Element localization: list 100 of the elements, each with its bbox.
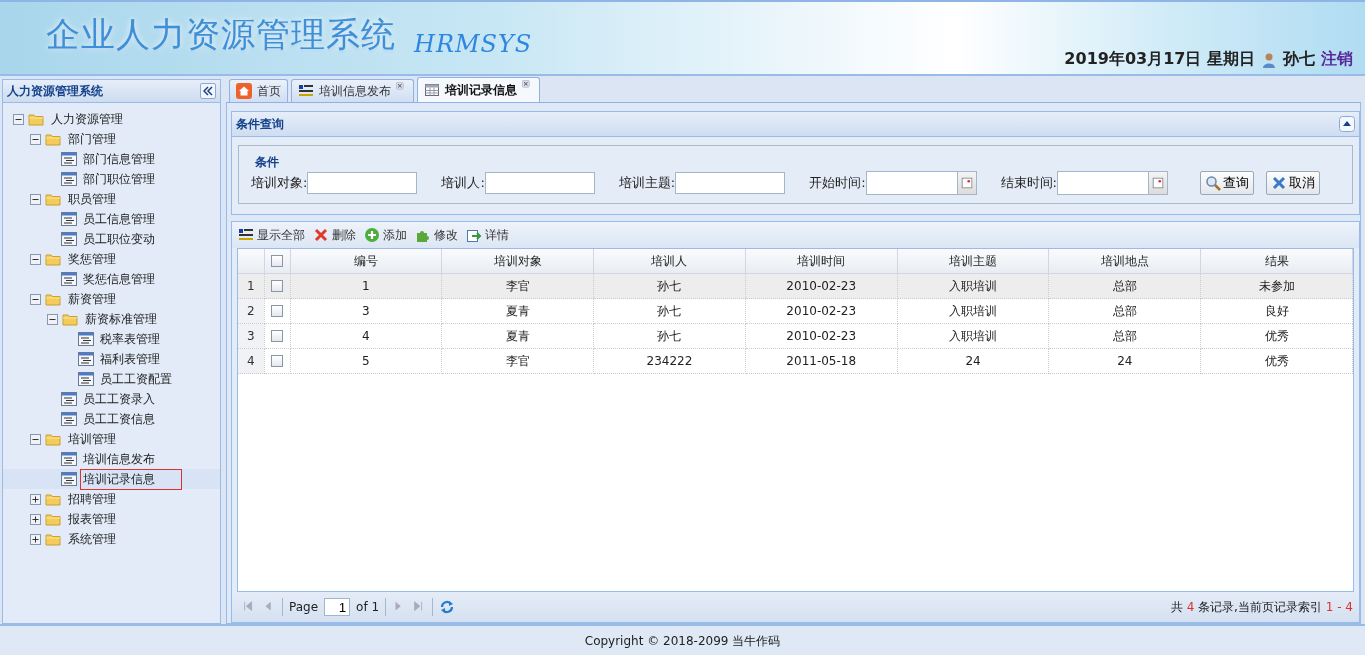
tree-item[interactable]: 职员管理 — [65, 188, 119, 210]
column-header[interactable]: 培训主题 — [897, 249, 1049, 274]
logout-link[interactable]: 注销 — [1321, 49, 1353, 70]
tab[interactable]: 培训信息发布 — [291, 79, 414, 102]
tree-item[interactable]: 人力资源管理 — [48, 108, 126, 130]
table-cell: 4 — [290, 323, 442, 349]
user-name: 孙七 — [1283, 49, 1315, 70]
panel-title: 条件查询 — [236, 115, 284, 133]
tree-item[interactable]: 培训记录信息 — [80, 468, 182, 490]
minus-box-icon[interactable] — [30, 253, 41, 265]
record-summary: 共 4 条记录,当前页记录索引 1 - 4 — [1170, 598, 1353, 616]
minus-box-icon[interactable] — [30, 133, 41, 145]
row-number: 3 — [238, 323, 264, 349]
row-number: 1 — [238, 273, 264, 299]
input-field[interactable] — [307, 172, 418, 194]
table-cell: 孙七 — [593, 323, 746, 349]
tree-item[interactable]: 员工工资信息 — [80, 408, 158, 430]
minus-box-icon[interactable] — [30, 293, 41, 305]
search-icon — [1204, 175, 1221, 191]
plus-box-icon[interactable] — [30, 493, 41, 505]
row-checkbox[interactable] — [271, 330, 283, 342]
table-cell: 未参加 — [1200, 273, 1353, 299]
close-icon[interactable] — [522, 80, 533, 91]
tree-item[interactable]: 培训信息发布 — [80, 448, 158, 470]
table-cell: 3 — [290, 298, 442, 324]
tree-item[interactable]: 薪资标准管理 — [82, 308, 160, 330]
table-cell: 2010-02-23 — [745, 323, 898, 349]
table-cell: 李官 — [441, 348, 594, 374]
folder-icon — [44, 531, 62, 547]
tab[interactable]: 培训记录信息 — [417, 77, 540, 102]
minus-box-icon[interactable] — [30, 433, 41, 445]
tree-item[interactable]: 奖惩信息管理 — [80, 268, 158, 290]
tree-item[interactable]: 报表管理 — [65, 508, 119, 530]
table-cell: 5 — [290, 348, 442, 374]
row-checkbox[interactable] — [271, 305, 283, 317]
table-cell: 234222 — [593, 348, 746, 374]
cancel-icon — [1270, 175, 1287, 191]
system-title: 企业人力资源管理系统 — [46, 13, 396, 56]
tree-item[interactable]: 员工工资配置 — [97, 368, 175, 390]
toolbar-button[interactable]: 删除 — [313, 226, 356, 244]
calendar-icon — [959, 176, 974, 190]
form-icon — [61, 171, 77, 187]
tree-item[interactable]: 系统管理 — [65, 528, 119, 550]
column-header[interactable]: 编号 — [290, 249, 442, 274]
minus-box-icon[interactable] — [13, 113, 24, 125]
tree-item[interactable]: 税率表管理 — [97, 328, 163, 350]
toolbar-button[interactable]: 详情 — [466, 226, 509, 244]
table-cell: 入职培训 — [897, 323, 1049, 349]
add-icon — [364, 227, 380, 243]
query-button[interactable]: 取消 — [1265, 171, 1320, 195]
folder-icon — [44, 131, 62, 147]
tree-item[interactable]: 招聘管理 — [65, 488, 119, 510]
toolbar-button[interactable]: 显示全部 — [238, 226, 305, 244]
tree-item[interactable]: 员工工资录入 — [80, 388, 158, 410]
input-field[interactable] — [675, 172, 786, 194]
input-field[interactable] — [484, 172, 595, 194]
plus-box-icon[interactable] — [30, 533, 41, 545]
column-header[interactable]: 培训地点 — [1048, 249, 1201, 274]
toolbar-button[interactable]: 添加 — [364, 226, 407, 244]
select-all-checkbox[interactable] — [271, 255, 283, 267]
plus-box-icon[interactable] — [30, 513, 41, 525]
field-label: 培训对象: — [251, 174, 308, 192]
row-checkbox[interactable] — [271, 280, 283, 292]
tree-item[interactable]: 员工职位变动 — [80, 228, 158, 250]
column-header[interactable]: 结果 — [1200, 249, 1353, 274]
form-icon — [61, 451, 77, 467]
folder-icon — [27, 111, 45, 127]
form-icon — [78, 371, 94, 387]
tree-item[interactable]: 员工信息管理 — [80, 208, 158, 230]
current-date: 2019年03月17日 星期日 — [1064, 49, 1255, 70]
column-header[interactable]: 培训时间 — [745, 249, 898, 274]
form-icon — [61, 271, 77, 287]
delete-icon — [313, 227, 329, 243]
tree-item[interactable]: 部门职位管理 — [80, 168, 158, 190]
query-button[interactable]: 查询 — [1199, 171, 1254, 195]
row-checkbox[interactable] — [271, 355, 283, 367]
minus-box-icon[interactable] — [30, 193, 41, 205]
tree-item[interactable]: 福利表管理 — [97, 348, 163, 370]
tree-item[interactable]: 薪资管理 — [65, 288, 119, 310]
page-input[interactable]: 1 — [324, 598, 351, 616]
folder-icon — [44, 191, 62, 207]
tree-item[interactable]: 部门信息管理 — [80, 148, 158, 170]
tree-item[interactable]: 部门管理 — [65, 128, 119, 150]
table-cell: 夏青 — [441, 298, 594, 324]
column-header[interactable]: 培训人 — [593, 249, 746, 274]
form-icon — [61, 411, 77, 427]
field-label: 开始时间: — [809, 174, 866, 192]
tree-item[interactable]: 奖惩管理 — [65, 248, 119, 270]
date-field[interactable] — [1056, 171, 1168, 195]
table-cell: 入职培训 — [897, 273, 1049, 299]
toolbar-button[interactable]: 修改 — [415, 226, 458, 244]
tree-item[interactable]: 培训管理 — [65, 428, 119, 450]
close-icon[interactable] — [396, 82, 407, 93]
collapse-button[interactable] — [200, 83, 216, 99]
table-cell: 入职培训 — [897, 298, 1049, 324]
minus-box-icon[interactable] — [47, 313, 58, 325]
tab[interactable]: 首页 — [229, 79, 288, 102]
column-header[interactable]: 培训对象 — [441, 249, 594, 274]
date-field[interactable] — [865, 171, 977, 195]
grid-icon — [424, 82, 440, 98]
